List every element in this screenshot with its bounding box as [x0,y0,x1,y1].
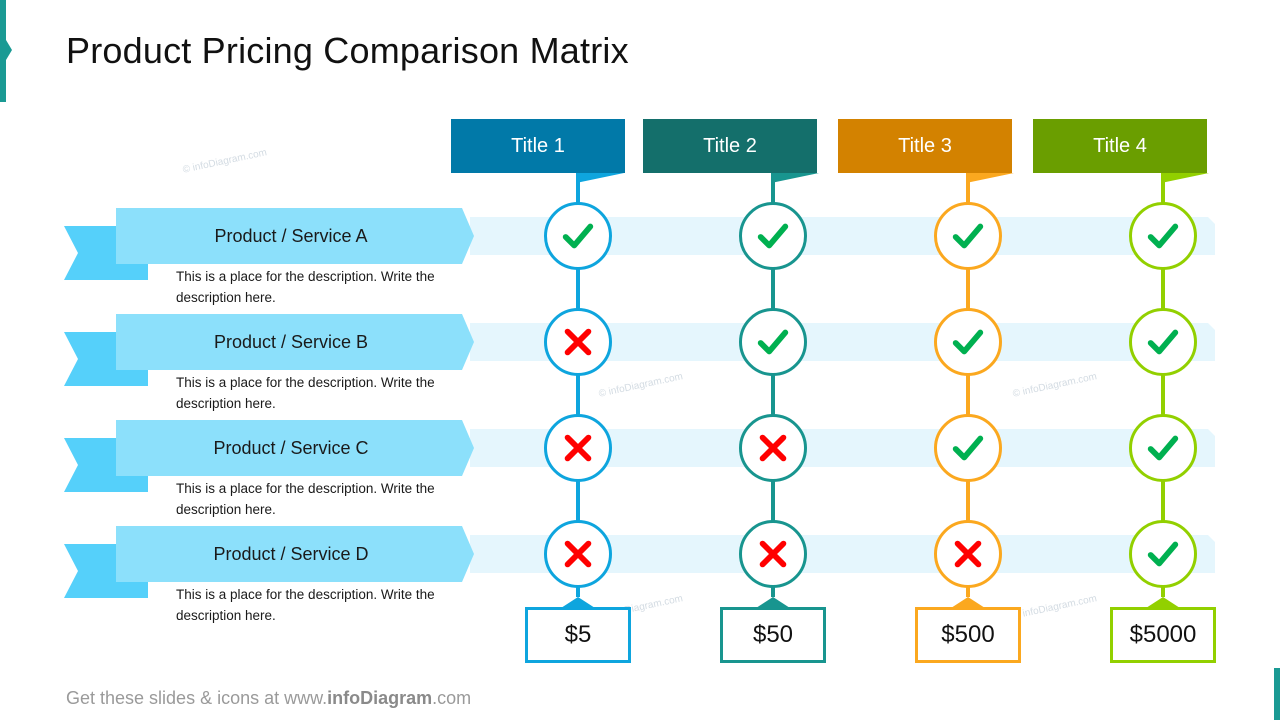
cross-icon [559,323,597,361]
row-label: Product / Service C [213,437,369,458]
column-header: Title 3 [838,119,1012,173]
cell-excluded [739,520,807,588]
price-box: $50 [720,607,826,663]
cell-excluded [544,308,612,376]
row-description: This is a place for the description. Wri… [176,587,435,623]
watermark: © infoDiagram.com [597,371,684,400]
footer-suffix: .com [432,688,472,708]
watermark: © infoDiagram.com [1011,371,1098,400]
cross-icon [754,535,792,573]
cell-included [1129,414,1197,482]
page-title: Product Pricing Comparison Matrix [66,30,629,71]
check-icon [949,429,987,467]
check-icon [949,323,987,361]
corner-accent-bar [1274,668,1280,720]
cell-included [934,414,1002,482]
row-description: This is a place for the description. Wri… [176,269,435,305]
column-flag [966,172,1016,190]
price-box: $5000 [1110,607,1216,663]
cell-included [934,202,1002,270]
accent-notch [6,40,12,60]
cross-icon [559,429,597,467]
watermark: © infoDiagram.com [1011,593,1098,622]
price-box: $5 [525,607,631,663]
cell-included [1129,308,1197,376]
row-description: This is a place for the description. Wri… [176,481,435,517]
row-label: Product / Service A [214,225,368,246]
cross-icon [754,429,792,467]
column-flag [771,172,821,190]
cross-icon [949,535,987,573]
footer-prefix: Get these slides & icons at www. [66,688,328,708]
cell-excluded [739,414,807,482]
watermark: © infoDiagram.com [181,147,268,176]
row-label: Product / Service B [213,331,369,352]
cell-included [1129,202,1197,270]
check-icon [1144,535,1182,573]
column-header: Title 2 [643,119,817,173]
cell-included [544,202,612,270]
column-flag [1161,172,1211,190]
check-icon [1144,217,1182,255]
check-icon [559,217,597,255]
cell-included [739,202,807,270]
footer-credit[interactable]: Get these slides & icons at www.infoDiag… [66,688,471,709]
check-icon [754,323,792,361]
check-icon [1144,323,1182,361]
check-icon [1144,429,1182,467]
cell-excluded [544,414,612,482]
footer-brand: infoDiagram [327,688,433,708]
row-label: Product / Service D [213,543,369,564]
check-icon [949,217,987,255]
cell-excluded [544,520,612,588]
column-header: Title 1 [451,119,625,173]
column-flag [576,172,626,190]
price-box: $500 [915,607,1021,663]
cell-included [1129,520,1197,588]
row-description: This is a place for the description. Wri… [176,375,435,411]
cross-icon [559,535,597,573]
cell-included [739,308,807,376]
check-icon [754,217,792,255]
column-header: Title 4 [1033,119,1207,173]
cell-included [934,308,1002,376]
cell-excluded [934,520,1002,588]
